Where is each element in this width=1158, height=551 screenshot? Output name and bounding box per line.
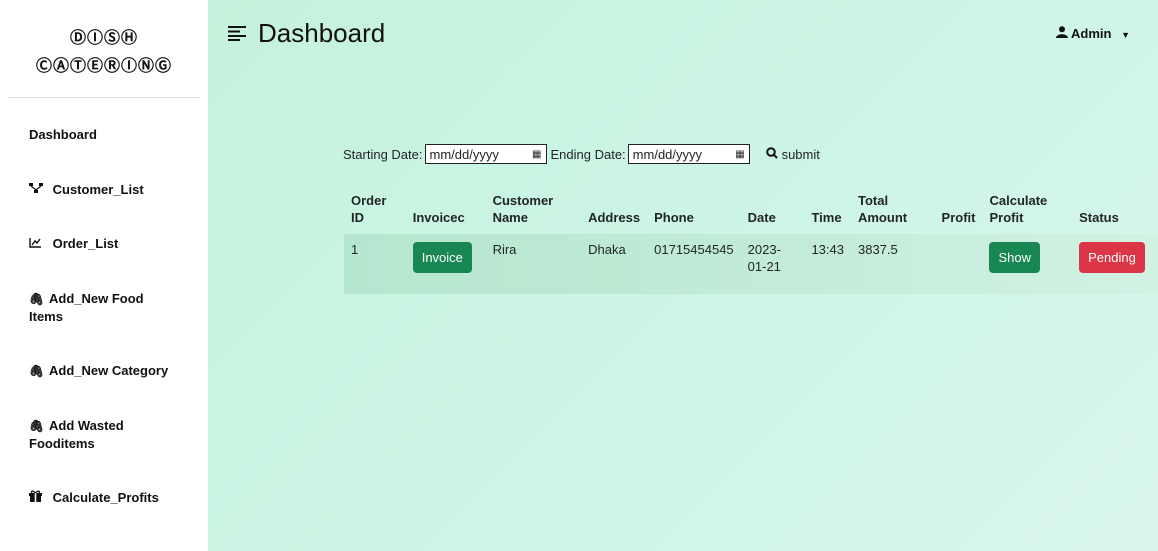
customer-name-cell: Rira — [492, 242, 517, 257]
sidebar-item-dashboard[interactable]: Dashboard — [29, 127, 97, 142]
paperclip-icon: 🖇 — [29, 292, 45, 306]
end-date-value: mm/dd/yyyy — [632, 146, 703, 162]
start-date-value: mm/dd/yyyy — [429, 146, 499, 162]
sidebar-item-customer-list[interactable]: Customer_List — [29, 182, 144, 197]
col-time: Time — [811, 210, 842, 225]
sidebar-item-label: Add_New Food Items — [29, 291, 144, 324]
brand-line-1: ⒹⒾⓈⒽ — [69, 28, 138, 47]
sidebar-item-label: Customer_List — [52, 182, 144, 197]
address-cell: Dhaka — [588, 242, 626, 257]
calendar-icon[interactable]: ▦ — [735, 149, 744, 160]
time-cell: 13:43 — [811, 242, 844, 257]
col-order-id: Order ID — [351, 193, 387, 225]
date-value: 2023-01-21 — [747, 242, 781, 274]
phone-cell: 01715454545 — [654, 242, 734, 257]
chart-line-icon — [29, 237, 45, 251]
date-filter: Starting Date: mm/dd/yyyy ▦ Ending Date:… — [343, 144, 820, 164]
user-name: Admin — [1071, 26, 1112, 41]
calendar-icon[interactable]: ▦ — [532, 149, 541, 160]
col-date: Date — [747, 210, 776, 225]
menu-toggle-icon[interactable] — [228, 21, 246, 47]
sitemap-icon — [29, 183, 45, 197]
status-cell: Pending — [1072, 234, 1158, 294]
user-icon — [1055, 26, 1071, 41]
sidebar-item-order-list[interactable]: Order_List — [29, 236, 118, 251]
sidebar: ⒹⒾⓈⒽ ⒸⒶⓉⒺⓇⒾⓃⒼ Dashboard Customer_List Or… — [0, 0, 208, 551]
col-calculate-profit: Calculate Profit — [989, 193, 1048, 225]
invoice-button[interactable]: Invoice — [412, 242, 472, 273]
show-profit-button[interactable]: Show — [989, 242, 1041, 273]
user-menu[interactable]: Admin ▼ — [1055, 26, 1130, 41]
col-phone: Phone — [654, 210, 694, 225]
search-icon — [765, 146, 782, 162]
brand-logo: ⒹⒾⓈⒽ ⒸⒶⓉⒺⓇⒾⓃⒼ — [8, 0, 200, 98]
col-status: Status — [1079, 210, 1119, 225]
paperclip-icon: 🖇 — [29, 364, 45, 378]
order-id-cell: 1 — [351, 242, 359, 257]
col-address: Address — [588, 210, 641, 225]
table-header-row: Order ID Invoicec Customer Name Address … — [344, 192, 1158, 234]
col-customer-name: Customer Name — [492, 193, 554, 225]
sidebar-item-label: Dashboard — [29, 127, 97, 142]
submit-button[interactable]: submit — [765, 146, 820, 162]
sidebar-item-label: Add_New Category — [49, 363, 169, 378]
sidebar-item-add-category[interactable]: 🖇 Add_New Category — [29, 363, 168, 378]
page-title: Dashboard — [258, 18, 386, 48]
orders-table: Order ID Invoicec Customer Name Address … — [344, 192, 1158, 294]
start-date-label: Starting Date: — [343, 146, 423, 162]
sidebar-item-add-wasted[interactable]: 🖇 Add Wasted Fooditems — [29, 417, 179, 453]
page-header: Dashboard — [228, 18, 385, 49]
start-date-input[interactable]: mm/dd/yyyy ▦ — [424, 144, 547, 164]
submit-label: submit — [781, 147, 820, 162]
end-date-label: Ending Date: — [550, 146, 626, 162]
invoice-cell: Invoice — [406, 234, 486, 294]
profit-cell — [935, 234, 983, 294]
col-total-amount: Total Amount — [857, 193, 908, 225]
paperclip-icon: 🖇 — [29, 419, 45, 433]
main-content: Dashboard Admin ▼ Starting Date: mm/dd/y… — [208, 0, 1158, 551]
sidebar-item-label: Order_List — [52, 236, 119, 251]
total-amount-cell: 3837.5 — [857, 242, 898, 257]
sidebar-item-add-food[interactable]: 🖇 Add_New Food Items — [29, 290, 179, 326]
sidebar-item-label: Calculate_Profits — [52, 490, 159, 505]
date-cell: 2023-01-21 — [741, 234, 805, 294]
sidebar-item-calculate-profits[interactable]: Calculate_Profits — [29, 490, 159, 505]
table-row: 1 Invoice Rira Dhaka 01715454545 2023-01… — [344, 234, 1158, 294]
col-profit: Profit — [941, 210, 976, 225]
gift-icon — [29, 490, 45, 505]
caret-down-icon: ▼ — [1121, 30, 1130, 40]
status-badge[interactable]: Pending — [1079, 242, 1145, 273]
brand-line-2: ⒸⒶⓉⒺⓇⒾⓃⒼ — [35, 56, 172, 75]
end-date-input[interactable]: mm/dd/yyyy ▦ — [627, 144, 750, 164]
calculate-profit-cell: Show — [982, 234, 1072, 294]
col-invoice: Invoicec — [412, 210, 465, 225]
